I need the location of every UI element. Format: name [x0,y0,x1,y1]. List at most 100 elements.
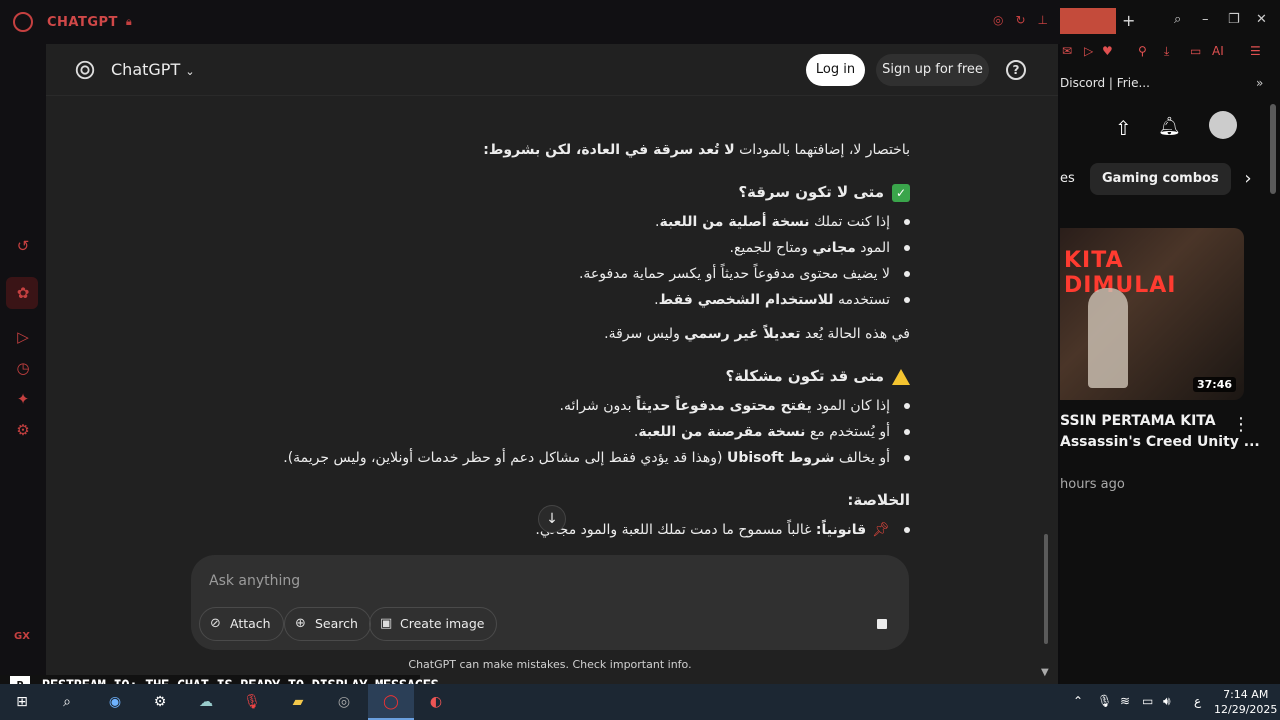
opera-gx-logo-icon[interactable] [13,12,33,32]
app-icon-4[interactable]: ◎ [332,690,356,714]
language-indicator[interactable]: ع [1194,694,1201,708]
clock[interactable]: 7:14 AM 12/29/2025 [1214,687,1277,717]
app-icon-3[interactable]: ☁ [194,690,218,714]
s1-b2-text2: ومتاح للجميع. [729,240,813,256]
clock-time: 7:14 AM [1223,688,1269,701]
s1-b2-bold: مجاني [812,240,856,256]
wifi-icon[interactable]: ≋ [1120,694,1130,708]
chevron-right-double-icon[interactable]: » [1256,76,1263,90]
player-icon[interactable]: ▷ [13,327,33,347]
create-image-button[interactable]: ▣ Create image [369,607,498,641]
maximize-icon[interactable]: ❐ [1228,12,1240,27]
signup-button[interactable]: Sign up for free [876,54,989,86]
list-item: أو يخالف شروط Ubisoft (وهذا قد يؤدي فقط … [283,448,910,468]
chip-partial[interactable]: es [1060,165,1075,193]
video-thumbnail[interactable]: KITA DIMULAI 37:46 [1060,228,1244,400]
thumbnail-figure [1088,288,1128,388]
microphone-app-icon[interactable]: 🎙︎ [240,690,264,714]
new-tab-icon[interactable]: + [1122,11,1135,30]
attach-label: Attach [230,616,271,631]
list-item: 📌︎ قانونياً: غالباً مسموح ما دمت تملك الل… [535,520,910,540]
download-icon[interactable]: ⤓ [1164,44,1169,59]
active-tab[interactable] [1060,8,1116,34]
s1-b3-text: لا يضيف محتوى مدفوعاً حديثاً أو يكسر حما… [578,266,890,282]
scroll-down-arrow-icon[interactable]: ▼ [1041,667,1049,678]
app-icon-1[interactable]: ◉ [103,690,127,714]
ai-icon[interactable]: AI [1212,44,1224,58]
gear-icon[interactable]: ⚙ [13,420,33,440]
chevron-up-icon[interactable]: ⌃ [1073,694,1083,708]
opera-gx-taskbar-icon[interactable]: ◯ [379,690,403,714]
chevron-right-icon[interactable]: › [1232,163,1264,195]
battery-icon[interactable]: ▭ [1190,44,1201,58]
more-options-icon[interactable]: ⋮ [1232,414,1250,435]
app-icon-2[interactable]: ⚙ [148,690,172,714]
heart-icon[interactable]: ♥ [1102,44,1113,58]
section3-title: الخلاصة: [847,491,910,509]
chatgpt-panel: ChatGPT ⌄ Log in Sign up for free ? باخت… [46,44,1058,684]
youtube-background: + ⌕ – ❐ ✕ ✉ ▷ ♥ ⚲ ⤓ ▭ AI ☰ Discord | Fri… [1060,0,1280,684]
microphone-icon[interactable]: 🎙︎ [1097,694,1112,708]
menu-icon[interactable]: ☰ [1250,44,1261,58]
app-icon-5[interactable]: ◐ [424,690,448,714]
globe-icon: ⊕ [295,616,306,631]
volume-icon[interactable]: 🔊︎ [1163,694,1171,709]
video-title-line2[interactable]: Assassin's Creed Unity ... [1060,434,1260,450]
intro-line: باختصار لا، إضافتهما بالمودات لا تُعد سر… [483,140,910,160]
bookmark-discord[interactable]: Discord | Frie... [1060,76,1150,90]
chatgpt-sidebar-icon[interactable]: ✿ [13,283,33,303]
mail-icon[interactable]: ✉ [1062,44,1072,58]
list-item: تستخدمه للاستخدام الشخصي فقط. [654,290,910,310]
play-icon[interactable]: ▷ [1084,44,1093,58]
s1-b2-text: المود [855,240,890,256]
search-button[interactable]: ⊕ Search [284,607,371,641]
extensions-icon[interactable]: ✦ [13,389,33,409]
bell-icon[interactable]: 🔔︎ [1158,116,1181,137]
attach-button[interactable]: ⊘ Attach [199,607,284,641]
s2-b1-text2: بدون شرائه. [559,398,636,414]
pin-icon[interactable]: ⊥ [1038,13,1048,27]
video-title-line1[interactable]: SSIN PERTAMA KITA [1060,413,1216,429]
yt-scrollbar[interactable] [1270,104,1276,194]
upload-icon[interactable]: ⇧ [1115,116,1132,140]
user-icon[interactable]: ⚲ [1138,44,1147,58]
stop-icon [877,619,887,629]
search-icon[interactable]: ⌕ [1174,12,1181,27]
login-button[interactable]: Log in [806,54,865,86]
stop-button[interactable] [871,613,893,635]
prompt-input[interactable]: Ask anything [209,573,300,589]
search-icon[interactable]: ⌕ [55,690,79,714]
section1-heading: ✓ متى لا تكون سرقة؟ [738,182,910,202]
windows-start-icon[interactable]: ⊞ [10,690,34,714]
list-item: إذا كنت تملك نسخة أصلية من اللعبة. [655,212,910,232]
help-button[interactable]: ? [1006,60,1026,80]
section3-heading: الخلاصة: [847,490,910,510]
reload-icon[interactable]: ↻ [1015,13,1025,27]
section1-title: متى لا تكون سرقة؟ [738,183,884,201]
close-icon[interactable]: ✕ [1256,12,1267,27]
history-refresh-icon[interactable]: ↺ [13,236,33,256]
minimize-icon[interactable]: – [1202,12,1209,27]
gx-label[interactable]: GX [14,631,30,642]
warning-icon [892,368,910,385]
list-item: إذا كان المود يفتح محتوى مدفوعاً حديثاً … [560,396,910,416]
browser-sidebar: ↺ ✿ ▷ ◷ ✦ ⚙ GX [0,44,46,684]
avatar[interactable] [1209,111,1237,139]
scrollbar-thumb[interactable] [1044,534,1048,644]
clock-date: 12/29/2025 [1214,703,1278,716]
scroll-to-bottom-button[interactable]: ↓ [538,505,566,533]
model-selector[interactable]: ChatGPT ⌄ [111,60,195,79]
search-label: Search [315,616,358,631]
settings-icon[interactable]: ◎ [993,13,1003,27]
video-meta: hours ago [1060,477,1125,492]
s1-b4-bold: للاستخدام الشخصي فقط [658,292,834,308]
pushpin-icon: 📌︎ [872,522,890,538]
assistant-message: باختصار لا، إضافتهما بالمودات لا تُعد سر… [106,96,916,556]
file-explorer-icon[interactable]: ▰ [286,690,310,714]
chip-gaming-combos[interactable]: Gaming combos [1090,163,1231,195]
image-icon: ▣ [380,616,393,631]
battery-icon[interactable]: ▭ [1142,694,1153,708]
s2-b2-bold: نسخة مقرصنة من اللعبة [638,424,806,440]
clock-icon[interactable]: ◷ [13,358,33,378]
section2-title: متى قد تكون مشكلة؟ [725,367,885,385]
